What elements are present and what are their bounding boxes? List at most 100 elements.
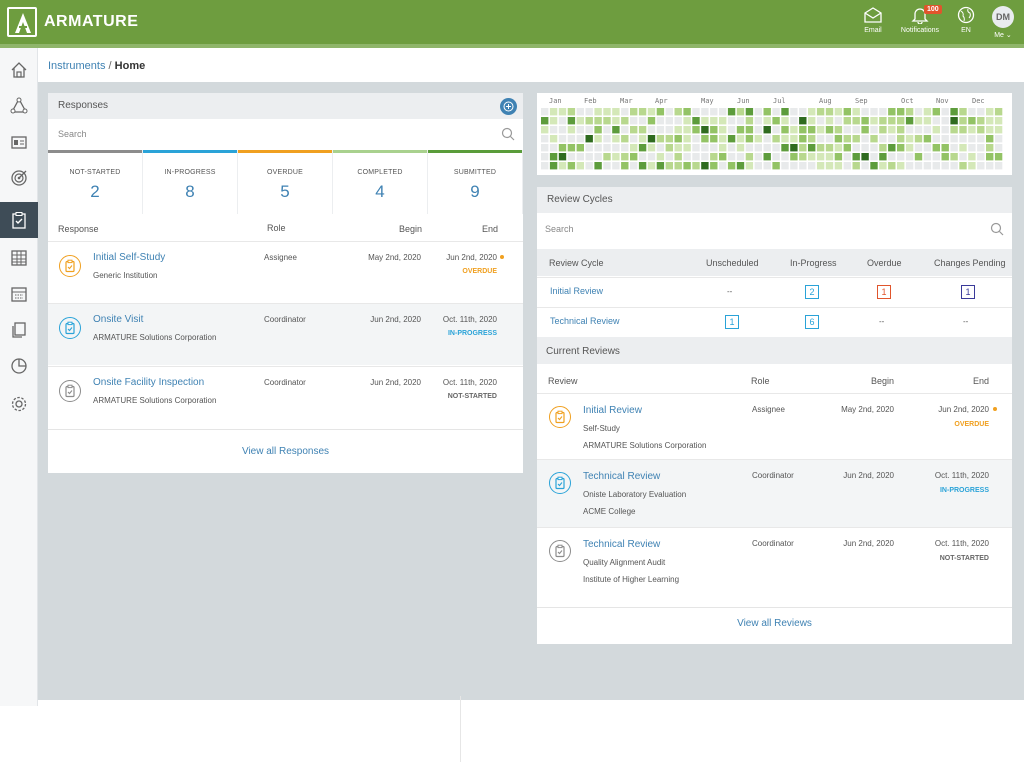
heatmap-cell[interactable] [816,135,825,143]
heatmap-cell[interactable] [541,135,549,143]
heatmap-cell[interactable] [719,117,727,125]
heatmap-cell[interactable] [888,144,896,152]
heatmap-cell[interactable] [603,126,611,134]
heatmap-cell[interactable] [852,135,860,143]
heatmap-cell[interactable] [727,135,736,143]
heatmap-cell[interactable] [852,162,860,170]
heatmap-cell[interactable] [541,117,549,125]
heatmap-cell[interactable] [843,117,851,125]
heatmap-cell[interactable] [567,153,576,161]
heatmap-cell[interactable] [683,108,691,116]
heatmap-cell[interactable] [701,144,709,152]
heatmap-cell[interactable] [621,153,629,161]
heatmap-cell[interactable] [781,153,789,161]
heatmap-cell[interactable] [683,144,691,152]
heatmap-cell[interactable] [861,135,869,143]
heatmap-cell[interactable] [576,108,584,116]
heatmap-cell[interactable] [647,135,656,143]
heatmap-cell[interactable] [638,144,647,152]
heatmap-cell[interactable] [763,135,771,143]
heatmap-cell[interactable] [736,108,745,116]
app-logo[interactable] [7,7,37,37]
language-button[interactable]: EN [954,6,978,34]
heatmap-cell[interactable] [549,126,558,134]
heatmap-cell[interactable] [541,126,549,134]
heatmap-cell[interactable] [905,135,914,143]
heatmap-cell[interactable] [594,153,602,161]
heatmap-cell[interactable] [825,162,834,170]
heatmap-cell[interactable] [781,135,789,143]
heatmap-cell[interactable] [665,153,673,161]
responses-search[interactable]: Search [48,120,523,148]
heatmap-cell[interactable] [647,162,656,170]
heatmap-cell[interactable] [710,108,718,116]
heatmap-cell[interactable] [808,126,816,134]
heatmap-cell[interactable] [808,108,816,116]
heatmap-cell[interactable] [719,144,727,152]
heatmap-cell[interactable] [683,162,691,170]
heatmap-cell[interactable] [736,162,745,170]
heatmap-cell[interactable] [710,153,718,161]
heatmap-cell[interactable] [567,117,576,125]
heatmap-cell[interactable] [861,126,869,134]
in-progress-count[interactable]: 2 [805,285,819,299]
heatmap-cell[interactable] [914,126,923,134]
heatmap-cell[interactable] [567,162,576,170]
heatmap-cell[interactable] [638,126,647,134]
heatmap-cell[interactable] [621,135,629,143]
response-title-link[interactable]: Onsite Facility Inspection [93,377,204,388]
heatmap-cell[interactable] [549,162,558,170]
heatmap-cell[interactable] [825,153,834,161]
heatmap-cell[interactable] [790,153,798,161]
heatmap-cell[interactable] [772,144,780,152]
heatmap-cell[interactable] [923,144,932,152]
heatmap-cell[interactable] [932,108,940,116]
heatmap-cell[interactable] [576,153,584,161]
stat-completed[interactable]: COMPLETED 4 [333,150,427,214]
heatmap-cell[interactable] [603,144,611,152]
heatmap-cell[interactable] [994,126,1003,134]
heatmap-cell[interactable] [621,117,629,125]
heatmap-cell[interactable] [541,108,549,116]
heatmap-cell[interactable] [612,135,620,143]
heatmap-cell[interactable] [959,144,967,152]
heatmap-cell[interactable] [941,144,949,152]
heatmap-cell[interactable] [710,144,718,152]
heatmap-cell[interactable] [630,144,638,152]
heatmap-cell[interactable] [941,162,949,170]
heatmap-cell[interactable] [594,117,602,125]
review-cycle-name-link[interactable]: Technical Review [550,316,620,326]
heatmap-cell[interactable] [843,144,851,152]
heatmap-cell[interactable] [594,135,602,143]
heatmap-cell[interactable] [950,117,958,125]
heatmap-cell[interactable] [852,144,860,152]
heatmap-cell[interactable] [941,108,949,116]
heatmap-cell[interactable] [549,153,558,161]
heatmap-cell[interactable] [932,117,940,125]
heatmap-cell[interactable] [612,108,620,116]
heatmap-cell[interactable] [665,162,673,170]
heatmap-cell[interactable] [959,117,967,125]
heatmap-cell[interactable] [603,117,611,125]
heatmap-cell[interactable] [656,117,665,125]
heatmap-cell[interactable] [630,135,638,143]
heatmap-cell[interactable] [870,108,878,116]
heatmap-cell[interactable] [647,126,656,134]
heatmap-cell[interactable] [541,162,549,170]
heatmap-cell[interactable] [763,162,771,170]
heatmap-cell[interactable] [745,162,754,170]
heatmap-cell[interactable] [968,117,976,125]
heatmap-cell[interactable] [692,117,700,125]
heatmap-cell[interactable] [656,144,665,152]
sidebar-item-instruments[interactable] [0,202,38,238]
heatmap-cell[interactable] [879,144,887,152]
heatmap-cell[interactable] [763,117,771,125]
heatmap-cell[interactable] [763,126,771,134]
heatmap-cell[interactable] [549,135,558,143]
heatmap-cell[interactable] [843,153,851,161]
heatmap-cell[interactable] [897,108,905,116]
heatmap-cell[interactable] [914,153,923,161]
heatmap-cell[interactable] [692,126,700,134]
heatmap-cell[interactable] [754,162,762,170]
changes-pending-count[interactable]: 1 [961,285,975,299]
